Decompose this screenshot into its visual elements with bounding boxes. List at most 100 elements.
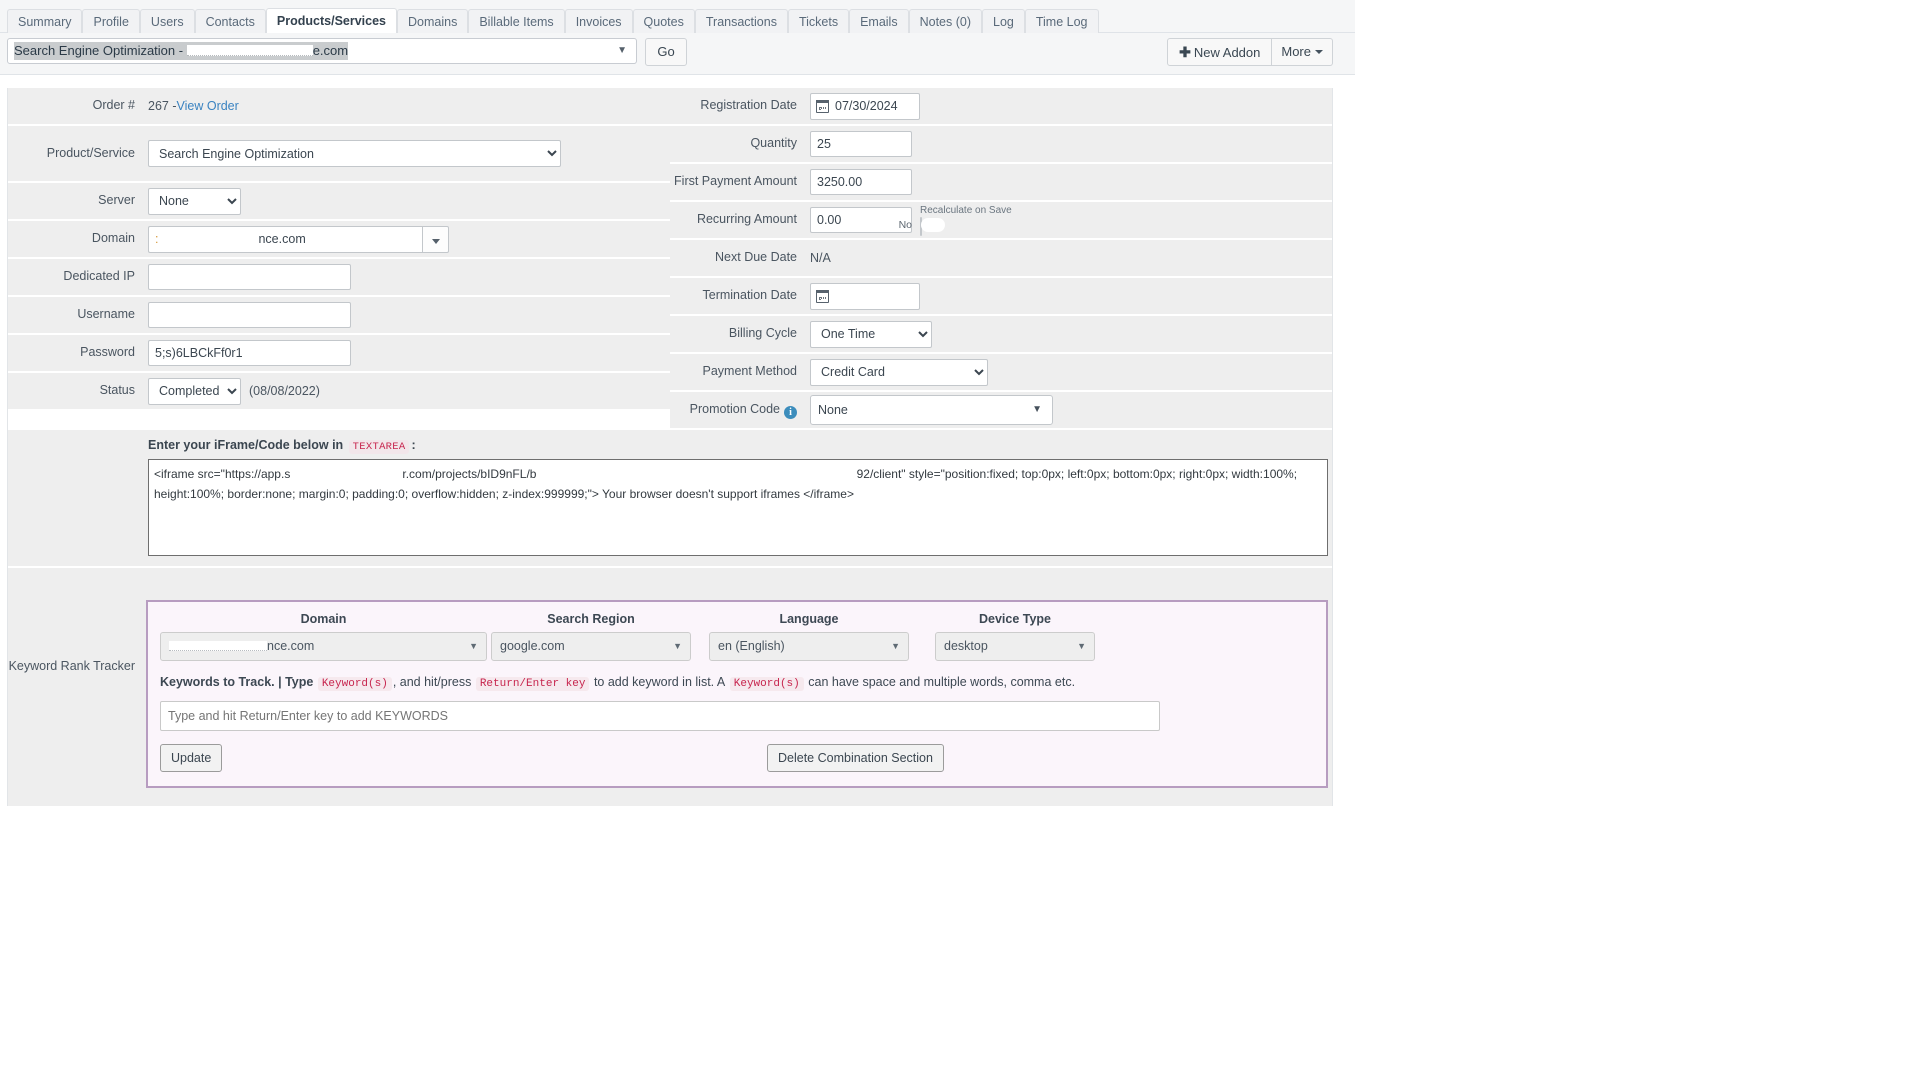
krt-domain-value: nce.com xyxy=(267,639,315,653)
row-payment-method: Payment Method Credit Card xyxy=(670,354,1332,392)
krt-language-value: en (English) xyxy=(718,639,785,653)
tab-quotes[interactable]: Quotes xyxy=(632,9,695,34)
tab-emails[interactable]: Emails xyxy=(849,9,909,34)
tab-notes[interactable]: Notes (0) xyxy=(908,9,982,34)
server-label: Server xyxy=(98,193,135,208)
krt-device-type-value: desktop xyxy=(944,639,988,653)
tab-time-log[interactable]: Time Log xyxy=(1024,9,1099,34)
tab-contacts[interactable]: Contacts xyxy=(194,9,266,34)
tab-profile[interactable]: Profile xyxy=(82,9,140,34)
krt-select-row: nce.com ▼ google.com ▼ en (English) ▼ deskt… xyxy=(160,632,1314,661)
first-payment-amount-input[interactable] xyxy=(810,169,912,195)
tab-billable-items[interactable]: Billable Items xyxy=(468,9,565,34)
status-label: Status xyxy=(99,383,135,398)
help-part-2: , and hit/press xyxy=(392,675,472,689)
payment-method-label: Payment Method xyxy=(702,364,798,379)
iframe-code-textarea[interactable]: <iframe src="https://app.sXXXXXXXXXXXXXX… xyxy=(148,459,1328,556)
info-icon[interactable]: i xyxy=(784,405,797,419)
promotion-code-label: Promotion Code i xyxy=(670,402,808,419)
billing-cycle-select[interactable]: One Time xyxy=(810,320,932,348)
row-password: Password xyxy=(8,335,670,373)
krt-language-select[interactable]: en (English) ▼ xyxy=(709,632,909,661)
server-select[interactable]: None xyxy=(148,187,241,215)
krt-domain-select[interactable]: nce.com ▼ xyxy=(160,632,487,661)
help-part-4: can have space and multiple words, comma… xyxy=(808,675,1076,689)
next-due-date-label: Next Due Date xyxy=(715,250,797,265)
update-button[interactable]: Update xyxy=(160,744,223,772)
recurring-amount-input[interactable] xyxy=(810,207,912,233)
iframe-code-heading: Enter your iFrame/Code below in TEXTAREA… xyxy=(8,438,1332,454)
termination-date-label: Termination Date xyxy=(702,288,798,303)
code-redacted-1: XXXXXXXXXXXXXX xyxy=(290,464,403,484)
chevron-down-icon xyxy=(1315,50,1323,54)
recalculate-on-save-toggle[interactable]: No xyxy=(899,216,945,236)
view-order-link[interactable]: View Order xyxy=(177,99,239,113)
service-selector[interactable]: Search Engine Optimization - e.com ▼ xyxy=(7,38,637,64)
tab-invoices[interactable]: Invoices xyxy=(564,9,633,34)
krt-header-language: Language xyxy=(779,612,839,626)
form-grid: Order # 267 - View Order Product/Service… xyxy=(8,88,1332,430)
row-next-due-date: Next Due Date N/A xyxy=(670,240,1332,278)
more-button[interactable]: More xyxy=(1272,38,1333,66)
payment-method-select[interactable]: Credit Card xyxy=(810,358,988,386)
row-order: Order # 267 - View Order xyxy=(8,88,670,126)
redacted-domain xyxy=(186,45,313,56)
plus-icon: ✚ xyxy=(1179,44,1191,60)
row-termination-date: Termination Date xyxy=(670,278,1332,316)
username-input[interactable] xyxy=(148,302,351,328)
page-root: Summary Profile Users Contacts Products/Serv… xyxy=(0,0,1355,812)
keywords-help-text: Keywords to Track. | Type Keyword(s), an… xyxy=(160,675,1314,691)
recurring-amount-label: Recurring Amount xyxy=(696,212,797,227)
row-server: Server None xyxy=(8,183,670,221)
tab-summary[interactable]: Summary xyxy=(7,9,83,34)
domain-dropdown-button[interactable] xyxy=(422,225,449,253)
new-addon-button[interactable]: ✚ New Addon xyxy=(1167,38,1273,66)
iframe-code-section: Enter your iFrame/Code below in TEXTAREA… xyxy=(8,430,1332,568)
tab-log[interactable]: Log xyxy=(982,9,1025,34)
code-redacted-2: XXXXXXXXXXXXXXXXXXXXXXXXXXXXXXXXXXXXXXXX xyxy=(536,464,857,484)
product-service-select[interactable]: Search Engine Optimization xyxy=(148,140,561,167)
service-selector-prefix: Search Engine Optimization - xyxy=(14,43,187,58)
promotion-code-value: None xyxy=(818,403,848,417)
krt-buttons: Update Delete Combination Section xyxy=(160,744,1314,772)
form-panel: Order # 267 - View Order Product/Service… xyxy=(7,88,1333,806)
promotion-code-select[interactable]: None ▼ xyxy=(810,395,1053,425)
tab-users[interactable]: Users xyxy=(139,9,195,34)
product-service-label: Product/Service xyxy=(46,145,135,160)
dedicated-ip-input[interactable] xyxy=(148,264,351,290)
row-domain: Domain : nce.com xyxy=(8,221,670,259)
tab-transactions[interactable]: Transactions xyxy=(694,9,788,34)
new-addon-label: New Addon xyxy=(1193,45,1261,60)
tab-products-services[interactable]: Products/Services xyxy=(265,8,398,34)
krt-device-type-select[interactable]: desktop ▼ xyxy=(935,632,1095,661)
footer-spacer xyxy=(8,788,1332,806)
tab-tickets[interactable]: Tickets xyxy=(787,9,850,34)
delete-combination-section-button[interactable]: Delete Combination Section xyxy=(767,744,944,772)
help-part-3: to add keyword in list. A xyxy=(593,675,726,689)
termination-date-input[interactable] xyxy=(810,282,920,310)
status-select[interactable]: Completed xyxy=(148,377,241,405)
toolbar-actions: ✚ New Addon More xyxy=(1167,38,1333,66)
redacted-domain xyxy=(169,641,267,651)
recalculate-on-save-group: Recalculate on Save No xyxy=(899,205,1012,236)
calendar-icon xyxy=(816,99,829,113)
registration-date-input[interactable]: 07/30/2024 xyxy=(810,92,920,120)
row-promotion-code: Promotion Code i None ▼ xyxy=(670,392,1332,430)
row-registration-date: Registration Date 07/30/2024 xyxy=(670,88,1332,126)
password-input[interactable] xyxy=(148,340,351,366)
domain-input[interactable]: : nce.com xyxy=(148,225,422,253)
row-first-payment-amount: First Payment Amount xyxy=(670,164,1332,202)
chevron-down-icon: ▼ xyxy=(673,641,682,651)
toggle-knob xyxy=(921,217,945,232)
krt-header-device-type: Device Type xyxy=(978,612,1052,626)
row-dedicated-ip: Dedicated IP xyxy=(8,259,670,297)
row-quantity: Quantity xyxy=(670,126,1332,164)
krt-search-region-select[interactable]: google.com ▼ xyxy=(491,632,691,661)
chevron-down-icon: ▼ xyxy=(1077,641,1086,651)
textarea-badge: TEXTAREA xyxy=(348,440,410,454)
quantity-input[interactable] xyxy=(810,131,912,157)
tab-domains[interactable]: Domains xyxy=(397,9,469,34)
keywords-input[interactable] xyxy=(160,701,1160,731)
password-label: Password xyxy=(80,345,135,360)
go-button[interactable]: Go xyxy=(645,38,687,66)
